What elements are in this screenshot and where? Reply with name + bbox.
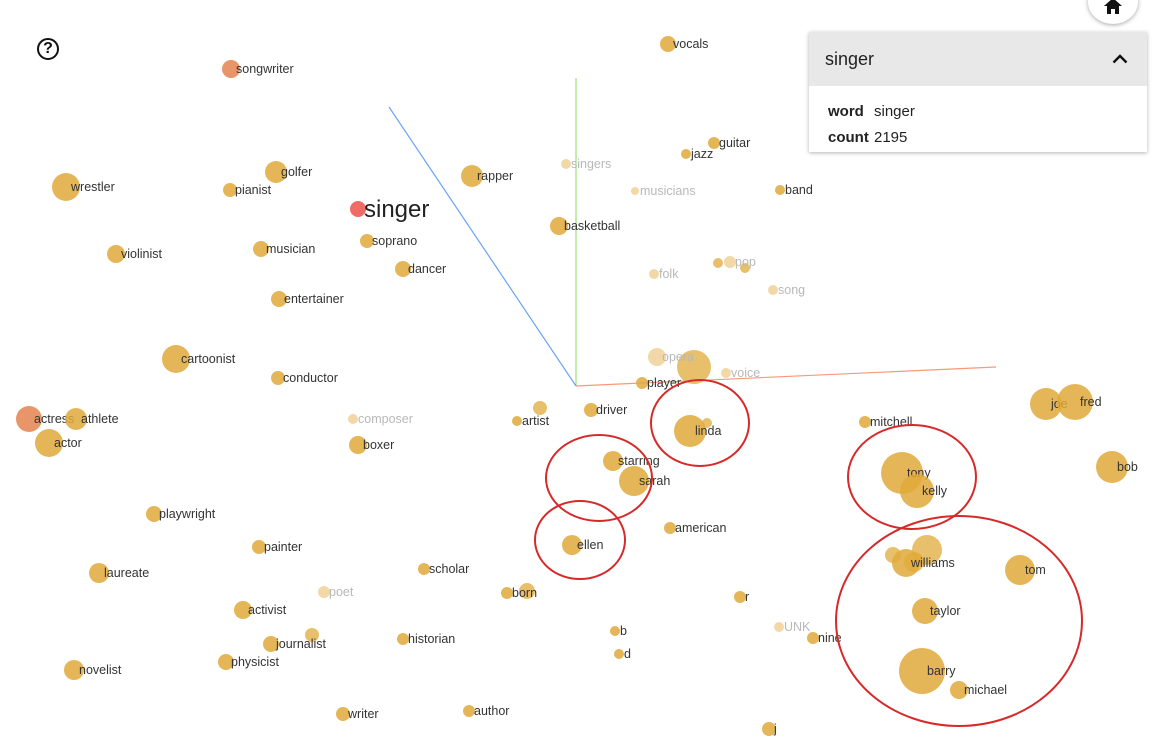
point-label: sarah xyxy=(639,474,670,488)
field-row-word: word singer xyxy=(828,98,1128,124)
point-label: laureate xyxy=(104,566,149,580)
point-label: opera xyxy=(662,350,694,364)
point-label: entertainer xyxy=(284,292,344,306)
point-label: boxer xyxy=(363,438,394,452)
help-circle-icon[interactable]: ? xyxy=(37,38,59,60)
point-label: novelist xyxy=(79,663,122,677)
point-label: physicist xyxy=(231,655,279,669)
point-label: soprano xyxy=(372,234,417,248)
point-label: UNK xyxy=(784,620,811,634)
point-label: j xyxy=(773,722,777,736)
field-key: word xyxy=(828,102,864,120)
point-label: musician xyxy=(266,242,315,256)
inspector-body: word singer count 2195 xyxy=(809,86,1147,162)
point-label: voice xyxy=(731,366,760,380)
point-label: starring xyxy=(618,454,660,468)
embedding-point[interactable] xyxy=(610,626,620,636)
point-label: artist xyxy=(522,414,550,428)
point-label: actor xyxy=(54,436,82,450)
point-label: b xyxy=(620,624,627,638)
point-label: guitar xyxy=(719,136,750,150)
embedding-point[interactable] xyxy=(713,258,723,268)
embedding-point[interactable] xyxy=(681,149,691,159)
embedding-point[interactable] xyxy=(721,368,731,378)
field-row-count: count 2195 xyxy=(828,124,1128,150)
inspector-title: singer xyxy=(825,48,875,69)
point-label: folk xyxy=(659,267,679,281)
point-label: songwriter xyxy=(236,62,294,76)
embedding-point[interactable] xyxy=(533,401,547,415)
point-label: conductor xyxy=(283,371,338,385)
point-label: barry xyxy=(927,664,956,678)
point-label: activist xyxy=(248,603,287,617)
point-label: golfer xyxy=(281,165,312,179)
point-label: band xyxy=(785,183,813,197)
point-label: cartoonist xyxy=(181,352,236,366)
point-label: writer xyxy=(347,707,379,721)
point-label: vocals xyxy=(673,37,708,51)
point-label: d xyxy=(624,647,631,661)
field-key: count xyxy=(828,128,869,146)
embedding-point[interactable] xyxy=(649,269,659,279)
field-value: 2195 xyxy=(874,128,908,146)
point-label: pop xyxy=(735,255,756,269)
point-label: wrestler xyxy=(70,180,115,194)
point-label: playwright xyxy=(159,507,216,521)
inspector-panel: singer word singer count 2195 xyxy=(809,32,1147,152)
point-label: driver xyxy=(596,403,627,417)
point-label: singers xyxy=(571,157,611,171)
embedding-point[interactable] xyxy=(561,159,571,169)
point-label: linda xyxy=(695,424,721,438)
point-label: pianist xyxy=(235,183,272,197)
point-label: ellen xyxy=(577,538,603,552)
point-label: violinist xyxy=(121,247,163,261)
point-label: taylor xyxy=(930,604,961,618)
point-label: musicians xyxy=(640,184,696,198)
embedding-point[interactable] xyxy=(631,187,639,195)
point-label: basketball xyxy=(564,219,620,233)
embedding-point[interactable] xyxy=(512,416,522,426)
embedding-point[interactable] xyxy=(775,185,785,195)
point-label: athlete xyxy=(81,412,119,426)
inspector-header[interactable]: singer xyxy=(809,32,1147,86)
point-label: author xyxy=(474,704,509,718)
point-label: journalist xyxy=(275,637,327,651)
point-label: scholar xyxy=(429,562,469,576)
point-label: kelly xyxy=(922,484,948,498)
point-label: born xyxy=(512,586,537,600)
point-label: american xyxy=(675,521,726,535)
chevron-up-icon[interactable] xyxy=(1109,48,1131,70)
embedding-point[interactable] xyxy=(614,649,624,659)
point-label: r xyxy=(745,590,749,604)
point-label: song xyxy=(778,283,805,297)
embedding-point[interactable] xyxy=(348,414,358,424)
point-label: jazz xyxy=(690,147,713,161)
point-label: poet xyxy=(329,585,354,599)
point-label: michael xyxy=(964,683,1007,697)
point-label: fred xyxy=(1080,395,1102,409)
embedding-point[interactable] xyxy=(768,285,778,295)
point-label: player xyxy=(647,376,681,390)
point-label: dancer xyxy=(408,262,446,276)
point-label: williams xyxy=(910,556,955,570)
point-label: bob xyxy=(1117,460,1138,474)
home-icon xyxy=(1104,0,1122,14)
point-label: tom xyxy=(1025,563,1046,577)
embedding-point[interactable] xyxy=(774,622,784,632)
field-value: singer xyxy=(874,102,915,120)
point-label: singer xyxy=(364,196,429,223)
point-label: historian xyxy=(408,632,455,646)
point-label: composer xyxy=(358,412,413,426)
point-label: rapper xyxy=(477,169,513,183)
point-label: painter xyxy=(264,540,302,554)
